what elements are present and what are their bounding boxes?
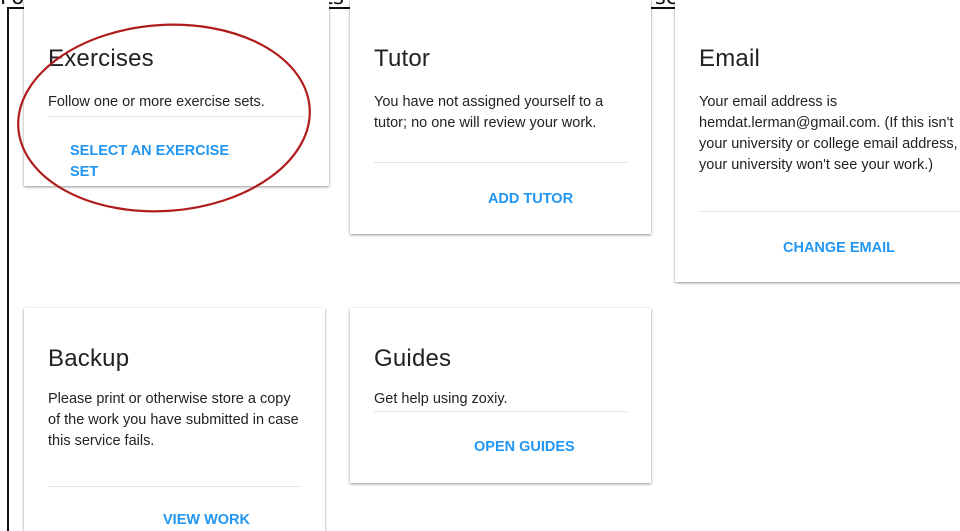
card-title: Backup — [48, 345, 130, 372]
card-backup: Backup Please print or otherwise store a… — [24, 308, 325, 531]
screenshot-viewport: Follow one or more exercise sets : Click… — [0, 0, 960, 531]
card-divider — [374, 162, 627, 163]
card-title: Guides — [374, 345, 452, 372]
view-work-button[interactable]: VIEW WORK — [163, 510, 250, 531]
change-email-button[interactable]: CHANGE EMAIL — [783, 238, 895, 259]
open-guides-button[interactable]: OPEN GUIDES — [474, 437, 575, 458]
card-tutor: Tutor You have not assigned yourself to … — [350, 0, 651, 234]
card-text: You have not assigned yourself to a tuto… — [374, 94, 604, 131]
card-divider — [48, 486, 301, 487]
card-text: Please print or otherwise store a copy o… — [48, 391, 299, 449]
card-text: Get help using zoxiy. — [374, 391, 508, 407]
card-divider — [48, 116, 305, 117]
add-tutor-button[interactable]: ADD TUTOR — [410, 189, 651, 210]
card-text: Your email address is hemdat.lerman@gmai… — [699, 94, 958, 173]
card-divider — [374, 411, 627, 412]
card-title: Exercises — [48, 45, 154, 72]
card-title: Tutor — [374, 45, 431, 72]
card-guides: Guides Get help using zoxiy. OPEN GUIDES — [350, 308, 651, 483]
select-exercise-set-button[interactable]: SELECT AN EXERCISE SET — [70, 141, 260, 183]
card-divider — [699, 211, 960, 212]
card-text: Follow one or more exercise sets. — [48, 94, 265, 110]
card-email: Email Your email address is hemdat.lerma… — [675, 0, 960, 282]
card-title: Email — [699, 45, 761, 72]
card-exercises: Exercises Follow one or more exercise se… — [24, 0, 329, 186]
